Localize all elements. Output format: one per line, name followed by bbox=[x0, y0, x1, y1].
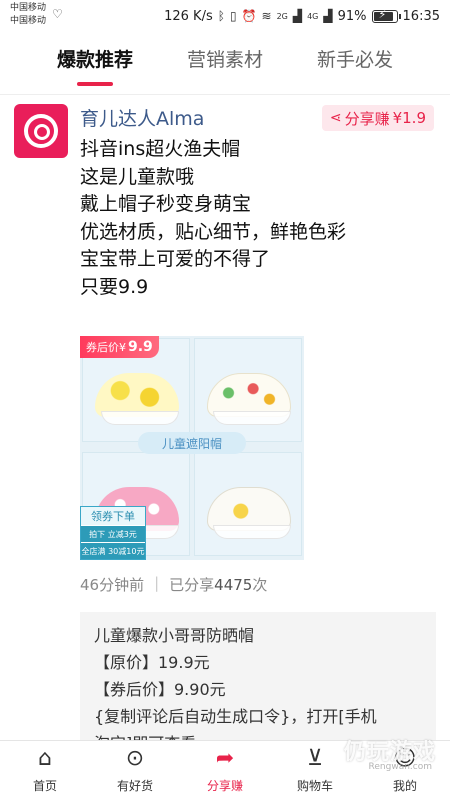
avatar[interactable] bbox=[14, 104, 68, 158]
home-icon: ⌂ bbox=[38, 746, 52, 771]
nav-label: 分享赚 bbox=[206, 779, 243, 793]
coupon-box: 领券下单 拍下 立减3元 全店满 30减10元 bbox=[80, 506, 146, 560]
carrier-1: 中国移动 bbox=[10, 3, 47, 13]
product-category-label: 儿童遮阳帽 bbox=[138, 432, 246, 454]
cart-icon: ⊻ bbox=[306, 746, 324, 771]
nav-label: 有好货 bbox=[116, 779, 153, 793]
vibrate-icon: ▯ bbox=[229, 9, 237, 23]
share-earn-button[interactable]: ⋖ 分享赚 ¥1.9 bbox=[321, 105, 434, 131]
shared-count: 4475 bbox=[214, 576, 253, 594]
camera-logo-icon bbox=[24, 114, 58, 148]
share-icon: ⋖ bbox=[329, 110, 342, 126]
post-line: 优选材质，贴心细节，鲜艳色彩 bbox=[80, 220, 347, 243]
nav-good-items[interactable]: ⊙ 有好货 bbox=[95, 747, 175, 794]
copy-line: 儿童爆款小哥哥防晒帽 bbox=[94, 626, 255, 645]
share-earn-amount: ¥1.9 bbox=[392, 109, 426, 127]
tab-marketing-material[interactable]: 营销素材 bbox=[183, 39, 267, 78]
share-count-text: 已分享4475次 bbox=[169, 574, 267, 595]
copy-line: 【原价】19.9元 bbox=[94, 653, 210, 672]
author-name[interactable]: 育儿达人Alma bbox=[80, 104, 204, 131]
signal-2-icon: ▟ bbox=[323, 9, 333, 23]
meta-divider: | bbox=[154, 574, 160, 592]
clock: 16:35 bbox=[402, 8, 440, 24]
copy-line: 【券后价】9.90元 bbox=[94, 680, 226, 699]
network-speed: 126 K/s bbox=[164, 8, 213, 24]
location-pin-icon: ⊙ bbox=[125, 746, 145, 771]
hat-photo-duck bbox=[194, 452, 302, 556]
nav-home[interactable]: ⌂ 首页 bbox=[5, 747, 85, 794]
tab-hot-recommend[interactable]: 爆款推荐 bbox=[53, 39, 137, 78]
post-line: 这是儿童款哦 bbox=[80, 165, 195, 188]
promo-price-tag: 券后价¥ 9.9 bbox=[80, 336, 159, 358]
post-time: 46分钟前 bbox=[80, 576, 145, 594]
carrier-info: 中国移动 中国移动 bbox=[10, 2, 46, 28]
nav-label: 购物车 bbox=[296, 779, 333, 793]
battery-percent: 91% bbox=[337, 8, 367, 24]
tabs-divider bbox=[0, 94, 450, 95]
post-line: 只要9.9 bbox=[80, 275, 149, 298]
post-line: 抖音ins超火渔夫帽 bbox=[80, 138, 241, 160]
carrier-2: 中国移动 bbox=[10, 16, 47, 26]
share-arrow-icon: ➦ bbox=[215, 746, 235, 771]
top-tabs: 爆款推荐 营销素材 新手必发 bbox=[0, 32, 450, 84]
share-earn-label: 分享赚 bbox=[344, 109, 390, 128]
status-bar: 中国移动 中国移动 ♡ 126 K/s ᛒ ▯ ⏰ ≋ 2G ▟ 4G ▟ 91… bbox=[0, 0, 450, 32]
nav-label: 首页 bbox=[32, 779, 57, 793]
product-image[interactable]: 券后价¥ 9.9 儿童遮阳帽 领券下单 拍下 立减3元 全店满 30减10元 bbox=[80, 336, 304, 560]
status-right: 126 K/s ᛒ ▯ ⏰ ≋ 2G ▟ 4G ▟ 91% ⚡ 16:35 bbox=[164, 6, 440, 26]
coupon-line-1: 拍下 立减3元 bbox=[81, 525, 145, 542]
signal-1-icon: ▟ bbox=[292, 9, 303, 23]
battery-icon: ⚡ bbox=[371, 8, 401, 23]
wifi-icon: ≋ bbox=[261, 9, 272, 23]
signal-label-1: 2G bbox=[276, 11, 288, 21]
post-meta: 46分钟前 | 已分享4475次 bbox=[80, 574, 267, 595]
nav-share-earn[interactable]: ➦ 分享赚 bbox=[185, 747, 265, 794]
post-line: 宝宝带上可爱的不得了 bbox=[80, 248, 271, 270]
post-line: 戴上帽子秒变身萌宝 bbox=[80, 193, 252, 215]
tab-beginner-must-post[interactable]: 新手必发 bbox=[313, 39, 397, 78]
copy-line: {复制评论后自动生成口令}，打开[手机 bbox=[94, 707, 377, 726]
promo-price: 9.9 bbox=[128, 339, 153, 355]
alarm-icon: ⏰ bbox=[241, 9, 257, 23]
post-body: 抖音ins超火渔夫帽 这是儿童款哦 戴上帽子秒变身萌宝 优选材质，贴心细节，鲜艳… bbox=[80, 136, 430, 301]
watermark-sub: Rengwan.com bbox=[368, 762, 432, 772]
nav-label: 我的 bbox=[392, 779, 417, 793]
hat-photo-dino bbox=[194, 338, 302, 442]
signal-label-2: 4G bbox=[307, 11, 319, 21]
bluetooth-icon: ᛒ bbox=[217, 9, 225, 23]
shared-prefix: 已分享 bbox=[169, 576, 215, 594]
coupon-title: 领券下单 bbox=[81, 507, 145, 525]
heart-rate-icon: ♡ bbox=[52, 7, 63, 21]
comment-copy-box[interactable]: 儿童爆款小哥哥防晒帽 【原价】19.9元 【券后价】9.90元 {复制评论后自动… bbox=[80, 612, 436, 742]
promo-prefix: 券后价¥ bbox=[86, 341, 126, 354]
coupon-line-2: 全店满 30减10元 bbox=[81, 542, 145, 559]
shared-suffix: 次 bbox=[252, 576, 268, 594]
